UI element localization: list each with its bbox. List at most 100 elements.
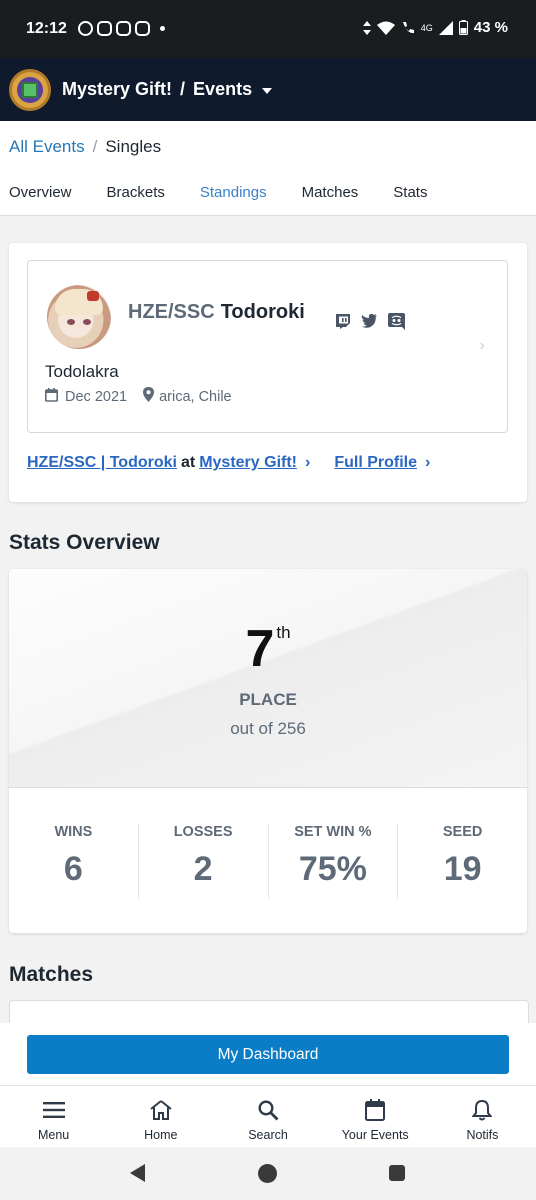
signal-icon [438, 20, 453, 35]
bell-icon [472, 1098, 493, 1122]
stat-seed: SEED 19 [398, 824, 527, 899]
player-links: HZE/SSC | Todoroki at Mystery Gift! › Fu… [27, 454, 454, 472]
calendar-icon [45, 387, 58, 406]
chevron-right-icon[interactable]: › [305, 454, 310, 472]
player-event-link[interactable]: HZE/SSC | Todoroki [27, 454, 177, 472]
status-bar: 12:12 4G 43 % [0, 0, 536, 58]
player-meta: Dec 2021 arica, Chile [45, 387, 232, 406]
event-link[interactable]: Mystery Gift! [199, 454, 297, 472]
player-prefix: HZE/SSC [128, 301, 215, 323]
stats-card: 7th PLACE out of 256 WINS 6 LOSSES 2 SET… [9, 569, 527, 933]
my-dashboard-button[interactable]: My Dashboard [27, 1035, 509, 1074]
player-name: HZE/SSC Todoroki [128, 301, 305, 324]
event-nav: All Events / Singles Overview Brackets S… [0, 121, 536, 216]
home-icon [150, 1098, 172, 1122]
placement-number: 7 [245, 620, 275, 678]
stat-wins: WINS 6 [9, 824, 139, 899]
recent-apps-icon[interactable] [389, 1165, 405, 1181]
discord-icon[interactable] [388, 313, 405, 335]
nav-label: Search [248, 1128, 288, 1142]
player-section: HZE/SSC Todoroki › Todolakra Dec 2021 ar… [9, 243, 527, 502]
chevron-right-icon: › [479, 337, 485, 354]
tab-stats[interactable]: Stats [393, 184, 427, 201]
nav-home[interactable]: Home [107, 1086, 214, 1148]
battery-icon [458, 20, 468, 35]
tab-matches[interactable]: Matches [302, 184, 359, 201]
twitch-icon[interactable] [334, 313, 351, 335]
stat-value: 75% [298, 850, 367, 888]
instagram-icon [116, 21, 131, 36]
wifi-icon [376, 21, 395, 35]
notification-icons [78, 21, 165, 36]
stat-label: SET WIN % [294, 824, 372, 840]
dashboard-band: My Dashboard [0, 1023, 536, 1085]
stat-label: LOSSES [173, 824, 233, 840]
menu-icon [42, 1098, 65, 1122]
events-dropdown-label[interactable]: Events [193, 79, 252, 100]
back-icon[interactable] [130, 1164, 145, 1182]
chevron-right-icon[interactable]: › [425, 454, 430, 472]
event-tabs: Overview Brackets Standings Matches Stat… [9, 184, 462, 201]
nav-label: Menu [37, 1128, 70, 1142]
player-gamertag: Todoroki [220, 301, 305, 323]
calendar-icon [365, 1098, 386, 1122]
nav-menu[interactable]: Menu [0, 1086, 107, 1148]
avatar [47, 285, 111, 349]
player-card[interactable]: HZE/SSC Todoroki › Todolakra Dec 2021 ar… [27, 260, 508, 433]
data-arrows-icon [362, 20, 371, 35]
status-time: 12:12 [26, 20, 67, 37]
player-joined: Dec 2021 [65, 388, 128, 405]
tournament-logo[interactable] [9, 69, 51, 111]
placement: 7th [9, 619, 527, 679]
stats-heading: Stats Overview [9, 531, 160, 554]
call-icon [402, 21, 414, 33]
status-right: 4G 43 % [362, 19, 508, 36]
placement-out-of: out of 256 [230, 719, 306, 738]
breadcrumb-all-events[interactable]: All Events [9, 137, 85, 157]
nav-label: Your Events [341, 1128, 409, 1142]
social-links [334, 313, 405, 335]
stat-value: 6 [63, 850, 83, 888]
system-nav-bar [0, 1147, 536, 1200]
twitter-icon[interactable] [361, 313, 378, 335]
header-separator: / [180, 79, 186, 99]
player-real-name: Todolakra [45, 362, 119, 381]
full-profile-link[interactable]: Full Profile [334, 454, 417, 472]
stat-value: 2 [193, 850, 213, 888]
stat-label: WINS [54, 824, 93, 840]
nav-notifs[interactable]: Notifs [429, 1086, 536, 1148]
stat-row: WINS 6 LOSSES 2 SET WIN % 75% SEED 19 [9, 824, 527, 899]
nav-label: Home [144, 1128, 178, 1142]
caret-down-icon[interactable] [262, 87, 273, 94]
breadcrumb-current: Singles [105, 137, 162, 156]
breadcrumb: All Events / Singles [9, 137, 161, 157]
tournament-name[interactable]: Mystery Gift! [62, 79, 172, 100]
stat-label: SEED [442, 824, 483, 840]
placement-suffix: th [276, 623, 291, 642]
stat-value: 19 [443, 850, 482, 888]
header-title[interactable]: Mystery Gift! / Events [62, 79, 273, 100]
breadcrumb-separator: / [92, 137, 98, 156]
player-location: arica, Chile [159, 388, 232, 405]
tab-brackets[interactable]: Brackets [107, 184, 165, 201]
stat-losses: LOSSES 2 [139, 824, 269, 899]
matches-heading: Matches [9, 963, 94, 986]
network-type: 4G [420, 22, 433, 33]
gift-icon [17, 77, 43, 103]
whatsapp-icon [78, 21, 93, 36]
placement-panel: 7th PLACE out of 256 [9, 569, 527, 788]
tab-overview[interactable]: Overview [9, 184, 72, 201]
location-pin-icon [143, 387, 155, 406]
stat-set-win: SET WIN % 75% [269, 824, 399, 899]
more-notifications-icon [160, 26, 165, 31]
app-header: Mystery Gift! / Events [0, 58, 536, 121]
instagram-icon [135, 21, 150, 36]
link-connector: at [180, 454, 196, 471]
nav-search[interactable]: Search [214, 1086, 321, 1148]
nav-your-events[interactable]: Your Events [322, 1086, 429, 1148]
home-circle-icon[interactable] [258, 1164, 277, 1183]
tab-standings[interactable]: Standings [200, 184, 267, 201]
instagram-icon [97, 21, 112, 36]
bottom-nav: Menu Home Search Your Events Notifs [0, 1085, 536, 1148]
battery-level: 43 % [473, 19, 508, 36]
